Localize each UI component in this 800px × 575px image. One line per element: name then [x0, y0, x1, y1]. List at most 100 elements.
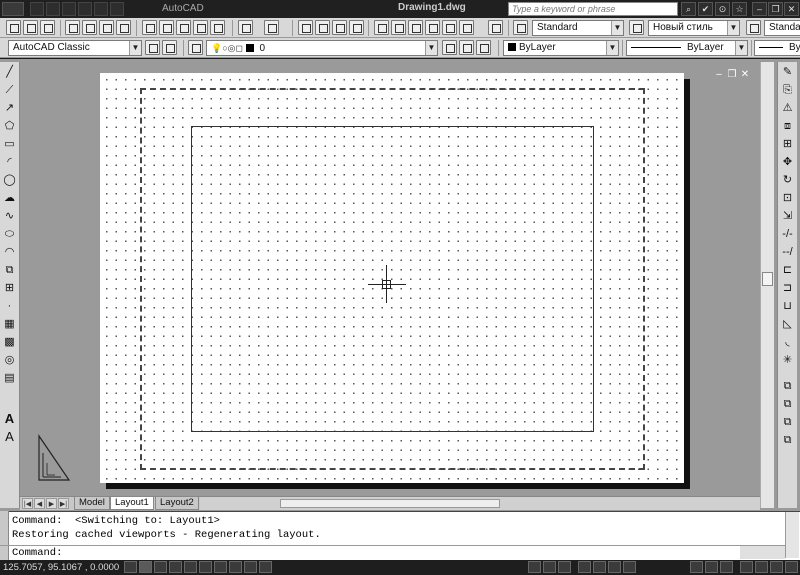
search-input[interactable]: Type a keyword or phrase: [508, 2, 678, 16]
close-icon[interactable]: ✕: [784, 2, 799, 16]
command-input[interactable]: [0, 545, 740, 559]
object-snap-tracking-icon[interactable]: [199, 561, 212, 573]
stretch-icon[interactable]: ⇲: [781, 210, 794, 223]
multiline-text-icon[interactable]: A: [3, 412, 16, 425]
layer-select[interactable]: 💡○◎◻ 0 ▼: [206, 40, 438, 56]
polygon-icon[interactable]: ⬠: [3, 120, 16, 133]
zoom-icon[interactable]: [593, 561, 606, 573]
subscription-center-icon[interactable]: ✔: [698, 2, 713, 16]
new-icon[interactable]: [6, 20, 21, 35]
command-horizontal-scrollbar[interactable]: [740, 545, 785, 559]
chamfer-icon[interactable]: ◺: [781, 318, 794, 331]
plot-icon[interactable]: [110, 2, 124, 16]
match-properties-icon[interactable]: [193, 20, 208, 35]
lineweight-select[interactable]: ByL: [754, 40, 800, 56]
chevron-down-icon[interactable]: ▼: [735, 41, 747, 55]
next-tab-icon[interactable]: ▶: [46, 498, 57, 509]
ellipse-icon[interactable]: ⬭: [3, 228, 16, 241]
block-editor-icon[interactable]: [210, 20, 225, 35]
workspace-switching-icon[interactable]: [740, 561, 753, 573]
snap-mode-icon[interactable]: [124, 561, 137, 573]
rectangle-icon[interactable]: ▭: [3, 138, 16, 151]
circle-icon[interactable]: ◯: [3, 174, 16, 187]
add-selected-icon[interactable]: A: [3, 430, 16, 443]
bring-above-icon[interactable]: ⧉: [781, 416, 794, 429]
copy-icon[interactable]: [159, 20, 174, 35]
zoom-window-icon[interactable]: [332, 20, 347, 35]
design-center-icon[interactable]: [391, 20, 406, 35]
tab-layout2[interactable]: Layout2: [155, 497, 199, 510]
restore-icon[interactable]: ❐: [768, 2, 783, 16]
cut-icon[interactable]: [142, 20, 157, 35]
pan-icon[interactable]: [578, 561, 591, 573]
array-icon[interactable]: ⊞: [781, 138, 794, 151]
qnew-icon[interactable]: [30, 2, 44, 16]
auto-scale-icon[interactable]: [720, 561, 733, 573]
line-icon[interactable]: ╱: [3, 66, 16, 79]
extend-icon[interactable]: --/: [781, 246, 794, 259]
region-icon[interactable]: ◎: [3, 354, 16, 367]
text-style-icon[interactable]: [513, 20, 528, 35]
chevron-down-icon[interactable]: ▼: [425, 41, 437, 55]
make-object-layer-current-icon[interactable]: [442, 40, 457, 55]
markup-icon[interactable]: [442, 20, 457, 35]
vertical-scrollbar[interactable]: [760, 62, 774, 508]
fillet-icon[interactable]: ◟: [781, 336, 794, 349]
chevron-down-icon[interactable]: ▼: [129, 41, 141, 55]
break-at-point-icon[interactable]: ⊏: [781, 264, 794, 277]
send-under-icon[interactable]: ⧉: [781, 434, 794, 447]
break-icon[interactable]: ⊐: [781, 282, 794, 295]
open-icon[interactable]: [23, 20, 38, 35]
polar-tracking-icon[interactable]: [169, 561, 182, 573]
status-tray-icon[interactable]: [770, 561, 783, 573]
table-style-select[interactable]: Standard: [764, 20, 800, 36]
copy-icon[interactable]: ⎘: [781, 84, 794, 97]
chevron-down-icon[interactable]: ▼: [611, 21, 623, 35]
my-workspace-icon[interactable]: [162, 40, 177, 55]
layer-states-icon[interactable]: [476, 40, 491, 55]
tab-layout1[interactable]: Layout1: [110, 497, 154, 510]
chevron-down-icon[interactable]: ▼: [606, 41, 618, 55]
gradient-icon[interactable]: ▩: [3, 336, 16, 349]
make-block-icon[interactable]: ⊞: [3, 282, 16, 295]
undo-icon[interactable]: [78, 2, 92, 16]
search-icon[interactable]: ⌕: [681, 2, 696, 16]
layer-previous-icon[interactable]: [459, 40, 474, 55]
text-style-select[interactable]: Standard ▼: [532, 20, 624, 36]
minimize-icon[interactable]: –: [713, 70, 725, 81]
dim-style-icon[interactable]: [629, 20, 644, 35]
ortho-mode-icon[interactable]: [154, 561, 167, 573]
dynamic-input-icon[interactable]: [229, 561, 242, 573]
annotation-visibility-icon[interactable]: [705, 561, 718, 573]
workspace-settings-icon[interactable]: [145, 40, 160, 55]
close-icon[interactable]: ✕: [739, 70, 751, 81]
open-icon[interactable]: [46, 2, 60, 16]
paste-icon[interactable]: [176, 20, 191, 35]
trim-icon[interactable]: -/-: [781, 228, 794, 241]
first-tab-icon[interactable]: |◀: [22, 498, 33, 509]
annotation-scale-icon[interactable]: [690, 561, 703, 573]
scrollbar-thumb[interactable]: [280, 499, 500, 508]
restore-icon[interactable]: ❐: [726, 70, 738, 81]
zoom-realtime-icon[interactable]: [315, 20, 330, 35]
pan-icon[interactable]: [298, 20, 313, 35]
quickcalc-icon[interactable]: [459, 20, 474, 35]
join-icon[interactable]: ⊔: [781, 300, 794, 313]
favorites-icon[interactable]: ☆: [732, 2, 747, 16]
point-icon[interactable]: ·: [3, 300, 16, 313]
horizontal-scrollbar[interactable]: [200, 496, 760, 510]
redo-icon[interactable]: [264, 20, 279, 35]
plot-preview-icon[interactable]: [82, 20, 97, 35]
chevron-down-icon[interactable]: ▼: [727, 21, 739, 35]
polyline-icon[interactable]: ↗: [3, 102, 16, 115]
move-icon[interactable]: ✥: [781, 156, 794, 169]
model-space-icon[interactable]: [528, 561, 541, 573]
prev-tab-icon[interactable]: ◀: [34, 498, 45, 509]
application-menu-button[interactable]: [2, 2, 24, 16]
save-icon[interactable]: [40, 20, 55, 35]
table-icon[interactable]: ▤: [3, 372, 16, 385]
linetype-select[interactable]: ByLayer ▼: [626, 40, 748, 56]
color-select[interactable]: ByLayer ▼: [503, 40, 619, 56]
dim-style-select[interactable]: Новый стиль ▼: [648, 20, 740, 36]
draw-order-back-icon[interactable]: ⧉: [781, 398, 794, 411]
